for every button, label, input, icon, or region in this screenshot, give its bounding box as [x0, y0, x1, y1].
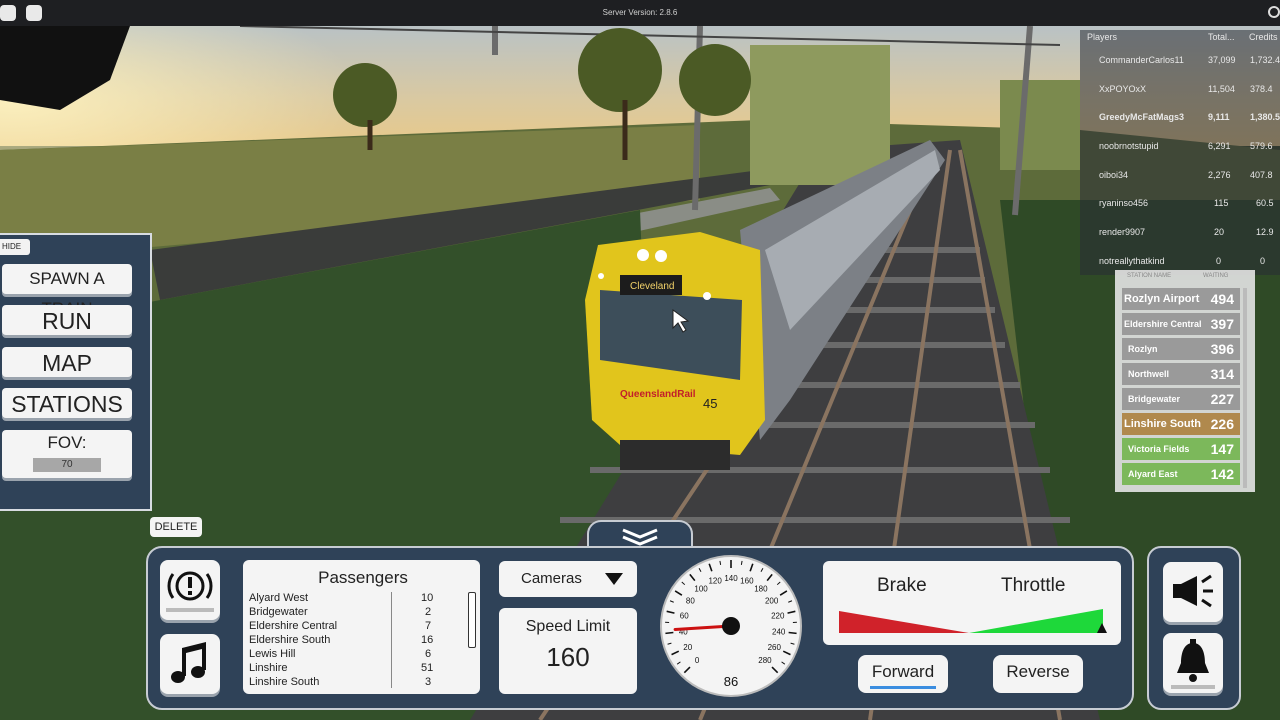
stations-button[interactable]: STATIONS [2, 388, 132, 418]
list-item: Eldershire South 16 [249, 634, 434, 646]
fov-label: FOV: [47, 433, 87, 452]
leaderboard-row[interactable]: ryaninso456 115 60.5 [1080, 188, 1280, 216]
station-waiting-list: STATION NAME WAITING Rozlyn Airport 494 E… [1115, 270, 1255, 492]
server-version: Server Version: 2.8.6 [602, 8, 678, 17]
speedometer-tick-label: 240 [772, 627, 786, 636]
list-item: Lewis Hill 6 [249, 648, 432, 660]
speedometer-tick-label: 220 [771, 611, 785, 620]
top-bar: Server Version: 2.8.6 [0, 0, 1280, 26]
current-speed-readout: 86 [724, 674, 738, 689]
leaderboard-row[interactable]: noobrnotstupid 6,291 579.6 [1080, 131, 1280, 159]
train-number: 45 [703, 396, 717, 411]
list-item: Alyard West 10 [249, 592, 434, 604]
passengers-divider [391, 592, 392, 688]
station-row[interactable]: Rozlyn 396 [1122, 338, 1240, 360]
brake-throttle-bar[interactable] [839, 607, 1107, 637]
leaderboard-row[interactable]: CommanderCarlos11 37,099 1,732.4 [1080, 45, 1280, 73]
station-row[interactable]: Alyard East 142 [1122, 463, 1240, 485]
forward-selected-indicator [870, 686, 936, 689]
speedometer-tick-label: 60 [680, 611, 689, 620]
station-row[interactable]: Northwell 314 [1122, 363, 1240, 385]
bell-button[interactable] [1163, 633, 1223, 693]
speedometer-tick [788, 631, 797, 635]
horn-icon [1173, 574, 1213, 608]
horn-button[interactable] [1163, 562, 1223, 622]
speed-limit-label: Speed Limit [525, 618, 611, 635]
triangle-down-icon [605, 573, 623, 585]
list-item: Linshire South 3 [249, 676, 432, 688]
map-button[interactable]: MAP [2, 347, 132, 377]
leaderboard-row[interactable]: oiboi34 2,276 407.8 [1080, 160, 1280, 188]
hide-button[interactable]: HIDE [0, 239, 30, 255]
speedometer-tick-label: 100 [694, 584, 708, 593]
speed-limit-value: 160 [546, 642, 590, 672]
speedometer-tick [665, 631, 674, 635]
list-item: Eldershire Central 7 [249, 620, 432, 632]
speedometer-tick-label: 0 [695, 656, 700, 665]
speedometer-tick-label: 120 [708, 577, 722, 586]
speedometer-tick-label: 20 [683, 643, 692, 652]
emergency-brake-button[interactable] [160, 560, 220, 620]
st-header-waiting: WAITING [1203, 273, 1229, 279]
brake-throttle-panel[interactable]: Brake Throttle [823, 561, 1121, 645]
music-button[interactable] [160, 634, 220, 694]
speedometer-tick-label: 140 [724, 574, 738, 583]
forward-button[interactable]: Forward [858, 655, 948, 693]
speedometer-tick-label: 160 [740, 577, 754, 586]
leaderboard-row[interactable]: GreedyMcFatMags3 9,111 1,380.5 [1080, 102, 1280, 130]
music-note-icon [171, 642, 206, 683]
station-row[interactable]: Rozlyn Airport 494 [1122, 288, 1240, 310]
lb-header-total: Total... [1208, 32, 1235, 42]
speedometer-tick [740, 560, 743, 565]
run-button[interactable]: RUN [2, 305, 132, 335]
speedometer-tick-label: 200 [765, 596, 779, 605]
speedometer-tick-label: 280 [758, 656, 772, 665]
speedometer-tick-label: 260 [768, 643, 782, 652]
speedometer-tick [719, 560, 722, 565]
station-row[interactable]: Linshire South 226 [1122, 413, 1240, 435]
station-row[interactable]: Eldershire Central 397 [1122, 313, 1240, 335]
train-destination-sign: Cleveland [630, 281, 674, 292]
fov-value-input[interactable]: 70 [33, 458, 101, 472]
throttle-label: Throttle [1001, 575, 1066, 596]
list-item: Linshire 51 [249, 662, 434, 674]
bell-icon [1171, 639, 1215, 689]
speedometer-tick-label: 80 [686, 596, 695, 605]
passengers-panel: Passengers Alyard West 10 Bridgewater 2 El… [243, 560, 480, 694]
leaderboard-row[interactable]: render9907 20 12.9 [1080, 217, 1280, 245]
cameras-dropdown[interactable]: Cameras [499, 561, 637, 597]
station-list-scrollbar[interactable] [1243, 288, 1247, 488]
station-row[interactable]: Victoria Fields 147 [1122, 438, 1240, 460]
passengers-scrollbar[interactable] [468, 592, 476, 648]
lb-header-credits: Credits [1249, 32, 1278, 42]
speedometer: 020406080100120 140 160180200220240260280 … [660, 555, 802, 697]
delete-button[interactable]: DELETE [150, 517, 202, 537]
st-header-name: STATION NAME [1127, 273, 1172, 279]
more-icon[interactable] [1268, 6, 1280, 18]
leaderboard-row[interactable]: XxPOYOxX 11,504 378.4 [1080, 74, 1280, 102]
forward-label: Forward [871, 662, 935, 681]
passengers-title: Passengers [318, 568, 408, 587]
lb-header-players: Players [1087, 32, 1118, 42]
player-leaderboard: Players Total... Credits CommanderCarlos… [1080, 30, 1280, 275]
spawn-train-button[interactable]: SPAWN A TRAIN [2, 264, 132, 318]
station-row[interactable]: Bridgewater 227 [1122, 388, 1240, 410]
brake-label: Brake [877, 575, 927, 596]
train-operator-logo: QueenslandRail [620, 389, 696, 400]
reverse-button[interactable]: Reverse [993, 655, 1083, 693]
speedometer-tick-label: 180 [754, 584, 768, 593]
list-item: Bridgewater 2 [249, 606, 432, 618]
cameras-label: Cameras [521, 570, 582, 587]
emergency-brake-icon [166, 571, 214, 612]
speed-limit-display: Speed Limit 160 [499, 608, 637, 694]
